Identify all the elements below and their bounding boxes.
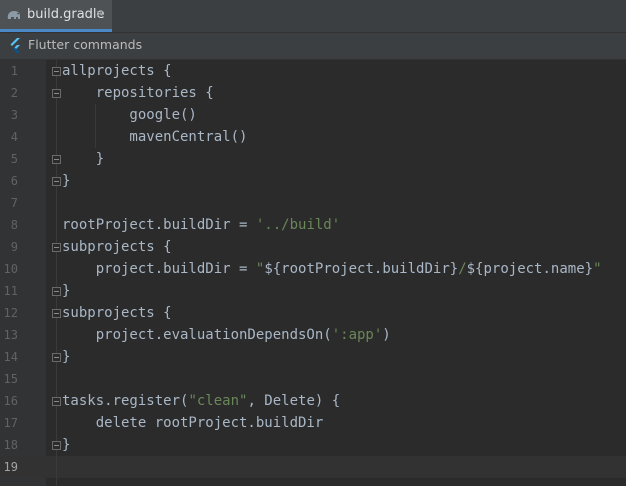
string-token: " (593, 261, 602, 277)
fold-gutter-line (56, 60, 57, 486)
line-number: 18 (3, 438, 18, 452)
tab-build-gradle[interactable]: build.gradle × (0, 0, 112, 32)
indent-guide (95, 104, 96, 148)
fold-toggle-icon[interactable] (52, 287, 61, 296)
fold-toggle-icon[interactable] (52, 309, 61, 318)
code-token: } (62, 349, 71, 365)
current-line-highlight (0, 456, 626, 478)
string-token: / (458, 261, 467, 277)
line-number: 3 (10, 108, 18, 122)
code-line: repositories { (62, 82, 214, 104)
code-token: ) (382, 327, 391, 343)
line-number: 19 (3, 460, 18, 474)
code-line: rootProject.buildDir = '../build' (62, 214, 340, 236)
code-token: } (62, 437, 71, 453)
code-token: delete rootProject.buildDir (62, 415, 324, 431)
code-token: project.buildDir = (62, 261, 256, 277)
code-line: } (62, 148, 104, 170)
fold-toggle-icon[interactable] (52, 243, 61, 252)
code-token: } (62, 283, 71, 299)
close-tab-icon[interactable]: × (95, 7, 104, 20)
code-token: ${project.name} (466, 261, 594, 277)
flutter-commands-bar: Flutter commands (0, 33, 626, 60)
fold-toggle-icon[interactable] (52, 155, 61, 164)
line-number: 9 (10, 240, 18, 254)
line-number: 5 (10, 152, 18, 166)
code-token: subprojects { (62, 305, 172, 321)
code-token: ${rootProject.buildDir} (264, 261, 459, 277)
line-number: 10 (3, 262, 18, 276)
code-line: google() (62, 104, 197, 126)
line-number: 15 (3, 372, 18, 386)
line-number: 17 (3, 416, 18, 430)
line-number: 2 (10, 86, 18, 100)
code-token: } (62, 151, 105, 167)
code-token: rootProject.buildDir = (62, 217, 256, 233)
code-editor[interactable]: 1 allprojects { 2 repositories { 3 google()… (0, 60, 626, 486)
active-tab-indicator (0, 29, 112, 32)
code-line: project.buildDir = " ${rootProject.buildD… (62, 258, 602, 280)
string-token: ':app' (331, 327, 383, 343)
code-token: repositories { (62, 85, 214, 101)
fold-toggle-icon[interactable] (52, 67, 61, 76)
code-line: subprojects { (62, 302, 172, 324)
code-line: } (62, 346, 70, 368)
code-token: } (62, 173, 71, 189)
code-line: mavenCentral() (62, 126, 247, 148)
code-line: project.evaluationDependsOn(':app') (62, 324, 391, 346)
flutter-commands-link[interactable]: Flutter commands (28, 37, 142, 52)
code-line: subprojects { (62, 236, 172, 258)
fold-toggle-icon[interactable] (52, 353, 61, 362)
fold-toggle-icon[interactable] (52, 177, 61, 186)
code-line: } (62, 434, 70, 456)
line-number: 7 (10, 196, 18, 210)
code-token: project.evaluationDependsOn( (62, 327, 332, 343)
code-line: tasks.register("clean", Delete) { (62, 390, 340, 412)
line-number: 4 (10, 130, 18, 144)
code-token: tasks.register( (62, 393, 189, 409)
line-number: 1 (10, 64, 18, 78)
code-line: allprojects { (62, 60, 172, 82)
line-number: 8 (10, 218, 18, 232)
fold-toggle-icon[interactable] (52, 397, 61, 406)
string-token: "clean" (188, 393, 248, 409)
code-token: mavenCentral() (62, 129, 248, 145)
code-token: subprojects { (62, 239, 172, 255)
code-line: delete rootProject.buildDir (62, 412, 324, 434)
editor-tab-bar: build.gradle × (0, 0, 626, 33)
fold-toggle-icon[interactable] (52, 89, 61, 98)
flutter-icon (10, 38, 20, 53)
line-number: 13 (3, 328, 18, 342)
tab-label: build.gradle (27, 7, 105, 22)
line-number: 12 (3, 306, 18, 320)
code-line: } (62, 170, 70, 192)
line-number: 11 (3, 284, 18, 298)
code-token: allprojects { (62, 63, 172, 79)
line-number: 16 (3, 394, 18, 408)
gradle-elephant-icon (7, 11, 20, 19)
fold-toggle-icon[interactable] (52, 441, 61, 450)
line-number: 14 (3, 350, 18, 364)
code-token: , Delete) { (247, 393, 341, 409)
string-token: '../build' (255, 217, 341, 233)
line-number: 6 (10, 174, 18, 188)
code-line: } (62, 280, 70, 302)
code-token: google() (62, 107, 197, 123)
